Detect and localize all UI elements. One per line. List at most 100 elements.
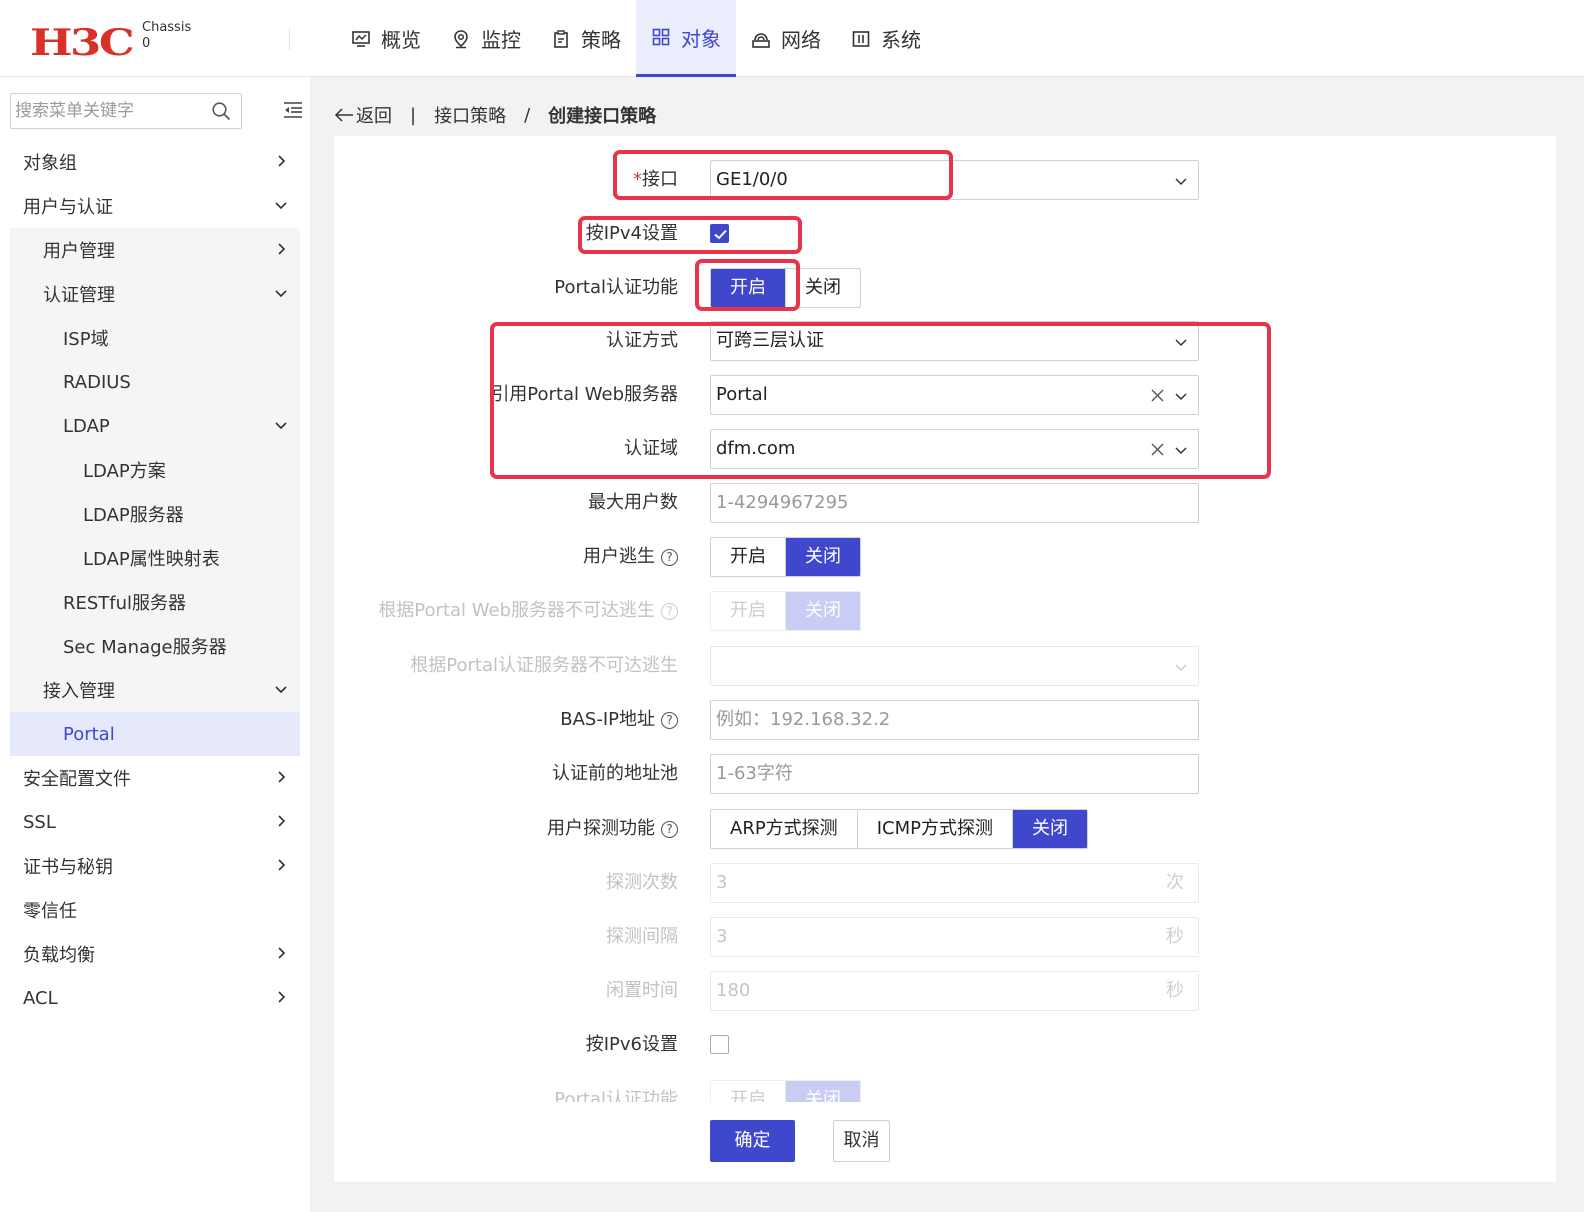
ipv4-row: 按IPv4设置 [334, 214, 1556, 254]
check-icon [714, 229, 727, 240]
pre-auth-pool-input[interactable]: 1-63字符 [710, 754, 1199, 794]
sidebar-item-acl[interactable]: ACL [10, 976, 300, 1020]
portal-auth-off-button[interactable]: 关闭 [785, 269, 860, 307]
interface-select[interactable]: GE1/0/0 [710, 160, 1199, 200]
sidebar-item-user-auth[interactable]: 用户与认证 [10, 184, 300, 228]
chevron-down-icon [275, 290, 287, 298]
nav-network[interactable]: 网络 [736, 0, 836, 77]
user-escape-label: 用户逃生? [583, 537, 678, 577]
top-bar: H3C Chassis 0 概览 监控 策略 对象 网络 系统 [0, 0, 1584, 77]
sidebar-item-zero-trust[interactable]: 零信任 [10, 888, 300, 932]
user-detect-off-button[interactable]: 关闭 [1011, 810, 1087, 848]
detect-count-row: 探测次数 3次 [334, 863, 1556, 903]
portal-auth-on-button[interactable]: 开启 [711, 269, 785, 307]
help-icon[interactable]: ? [661, 821, 678, 838]
clear-icon[interactable] [1151, 443, 1164, 456]
sidebar-item-restful-server[interactable]: RESTful服务器 [10, 580, 300, 624]
bas-ip-input[interactable]: 例如：192.168.32.2 [710, 700, 1199, 740]
back-link[interactable]: 返回 [334, 102, 392, 128]
portal-auth-v6-on-button: 开启 [711, 1081, 785, 1102]
nav-overview[interactable]: 概览 [336, 0, 436, 77]
chassis-label: Chassis [142, 20, 192, 35]
ipv6-checkbox[interactable] [710, 1035, 729, 1054]
chevron-down-icon [1175, 393, 1187, 401]
breadcrumb: 返回 | 接口策略 / 创建接口策略 [334, 101, 656, 129]
sidebar-item-auth-mgmt[interactable]: 认证管理 [10, 272, 300, 316]
max-users-input[interactable]: 1-4294967295 [710, 483, 1199, 523]
nav-policy[interactable]: 策略 [536, 0, 636, 77]
search-icon[interactable] [211, 101, 231, 121]
user-detect-icmp-button[interactable]: ICMP方式探测 [856, 810, 1012, 848]
bas-ip-label-text: BAS-IP地址 [560, 709, 655, 730]
user-escape-label-text: 用户逃生 [583, 546, 655, 567]
sidebar-item-access-mgmt[interactable]: 接入管理 [10, 668, 300, 712]
portal-web-server-select[interactable]: Portal [710, 375, 1199, 415]
nav-system[interactable]: 系统 [836, 0, 936, 77]
sidebar-item-label: 认证管理 [43, 285, 115, 306]
user-detect-row: 用户探测功能? ARP方式探测 ICMP方式探测 关闭 [334, 809, 1556, 849]
idle-time-label: 闲置时间 [606, 980, 678, 1001]
sidebar-item-label: LDAP属性映射表 [83, 549, 220, 570]
sidebar-item-label: LDAP方案 [83, 461, 166, 482]
sidebar-item-portal[interactable]: Portal [10, 712, 300, 756]
auth-domain-select[interactable]: dfm.com [710, 429, 1199, 469]
ipv4-checkbox[interactable] [710, 224, 729, 243]
search-input[interactable] [11, 94, 201, 128]
auth-server-escape-label: 根据Portal认证服务器不可达逃生 [410, 655, 678, 676]
help-icon[interactable]: ? [661, 712, 678, 729]
sidebar-item-ldap-attr-map[interactable]: LDAP属性映射表 [10, 536, 300, 580]
sidebar-item-label: ACL [23, 987, 58, 1009]
menu-search [10, 93, 242, 129]
chevron-down-icon [1175, 178, 1187, 186]
chevron-right-icon [278, 155, 286, 167]
pre-auth-pool-row: 认证前的地址池 1-63字符 [334, 754, 1556, 794]
web-server-escape-row: 根据Portal Web服务器不可达逃生? 开启 关闭 [334, 591, 1556, 631]
help-icon[interactable]: ? [661, 549, 678, 566]
sidebar-item-load-balance[interactable]: 负载均衡 [10, 932, 300, 976]
auth-server-escape-row: 根据Portal认证服务器不可达逃生 [334, 646, 1556, 686]
sidebar-item-label: 接入管理 [43, 681, 115, 702]
confirm-button[interactable]: 确定 [710, 1120, 795, 1162]
user-detect-arp-button[interactable]: ARP方式探测 [711, 810, 857, 848]
menu-collapse-icon[interactable] [283, 101, 303, 119]
web-server-escape-toggle: 开启 关闭 [710, 591, 861, 631]
sidebar-item-label: 对象组 [23, 153, 77, 174]
grid-icon [652, 28, 670, 46]
breadcrumb-parent[interactable]: 接口策略 [434, 102, 506, 128]
sidebar-item-ldap-scheme[interactable]: LDAP方案 [10, 448, 300, 492]
nav-label: 概览 [381, 28, 421, 52]
sidebar-item-isp-domain[interactable]: ISP域 [10, 316, 300, 360]
auth-method-select[interactable]: 可跨三层认证 [710, 321, 1199, 361]
sidebar-item-sec-manage-server[interactable]: Sec Manage服务器 [10, 624, 300, 668]
nav-label: 监控 [481, 28, 521, 52]
nav-monitor[interactable]: 监控 [436, 0, 536, 77]
idle-time-input: 180 秒 [710, 971, 1199, 1011]
sidebar-item-ldap-server[interactable]: LDAP服务器 [10, 492, 300, 536]
clear-icon[interactable] [1151, 389, 1164, 402]
sidebar-item-ssl[interactable]: SSL [10, 800, 300, 844]
auth-method-value: 可跨三层认证 [716, 330, 824, 351]
sidebar-item-security-profile[interactable]: 安全配置文件 [10, 756, 300, 800]
sidebar-item-radius[interactable]: RADIUS [10, 360, 300, 404]
cancel-button[interactable]: 取消 [833, 1120, 890, 1162]
nav-object[interactable]: 对象 [636, 0, 736, 77]
user-detect-label: 用户探测功能? [547, 809, 678, 849]
user-escape-on-button[interactable]: 开启 [711, 538, 785, 576]
detect-interval-unit: 秒 [1166, 926, 1184, 947]
chevron-right-icon [278, 815, 286, 827]
auth-domain-label: 认证域 [624, 438, 678, 459]
breadcrumb-divider: | [410, 104, 417, 126]
portal-auth-v6-label: Portal认证功能 [554, 1089, 678, 1102]
portal-web-server-label: 引用Portal Web服务器 [491, 384, 678, 405]
portal-auth-v6-toggle: 开启 关闭 [710, 1080, 861, 1102]
chevron-right-icon [278, 947, 286, 959]
ipv6-label: 按IPv6设置 [585, 1034, 678, 1055]
sidebar-item-label: 用户管理 [43, 241, 115, 262]
sidebar-item-cert-key[interactable]: 证书与秘钥 [10, 844, 300, 888]
user-escape-off-button[interactable]: 关闭 [785, 538, 860, 576]
chevron-down-icon [1175, 339, 1187, 347]
sidebar-item-ldap[interactable]: LDAP [10, 404, 300, 448]
sidebar-item-object-group[interactable]: 对象组 [10, 140, 300, 184]
sidebar-item-user-mgmt[interactable]: 用户管理 [10, 228, 300, 272]
user-detect-label-text: 用户探测功能 [547, 818, 655, 839]
